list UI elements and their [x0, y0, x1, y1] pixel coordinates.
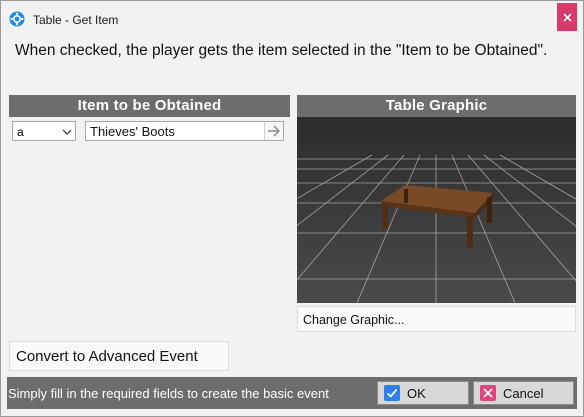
window-title: Table - Get Item: [33, 13, 119, 27]
cancel-button[interactable]: Cancel: [473, 381, 574, 405]
item-panel-header: Item to be Obtained: [9, 95, 290, 117]
graphic-preview: [297, 117, 576, 303]
description-text: When checked, the player gets the item s…: [15, 42, 548, 59]
app-icon: [9, 11, 25, 27]
convert-label: Convert to Advanced Event: [16, 348, 198, 365]
x-icon: [480, 385, 496, 401]
go-to-item-button[interactable]: [264, 122, 283, 140]
graphic-panel-header: Table Graphic: [297, 95, 576, 117]
ok-label: OK: [407, 386, 426, 401]
chevron-down-icon: [62, 126, 72, 140]
arrow-right-icon: [265, 125, 283, 144]
title-bar: Table - Get Item: [1, 1, 583, 33]
item-field-value: Thieves' Boots: [90, 124, 175, 139]
footer-bar: Simply fill in the required fields to cr…: [7, 377, 577, 409]
checkmark-icon: [384, 385, 400, 401]
ok-button[interactable]: OK: [377, 381, 469, 405]
dropdown-value: a: [17, 125, 24, 139]
dialog-window: Table - Get Item When checked, the playe…: [0, 0, 584, 417]
close-icon: [562, 9, 572, 27]
change-graphic-button[interactable]: Change Graphic...: [297, 306, 576, 332]
item-field[interactable]: Thieves' Boots: [85, 121, 284, 141]
change-graphic-label: Change Graphic...: [303, 313, 405, 327]
close-button[interactable]: [557, 3, 577, 31]
convert-to-advanced-event-button[interactable]: Convert to Advanced Event: [9, 341, 229, 371]
footer-hint: Simply fill in the required fields to cr…: [8, 386, 329, 401]
cancel-label: Cancel: [503, 386, 544, 401]
item-category-dropdown[interactable]: a: [12, 121, 76, 141]
